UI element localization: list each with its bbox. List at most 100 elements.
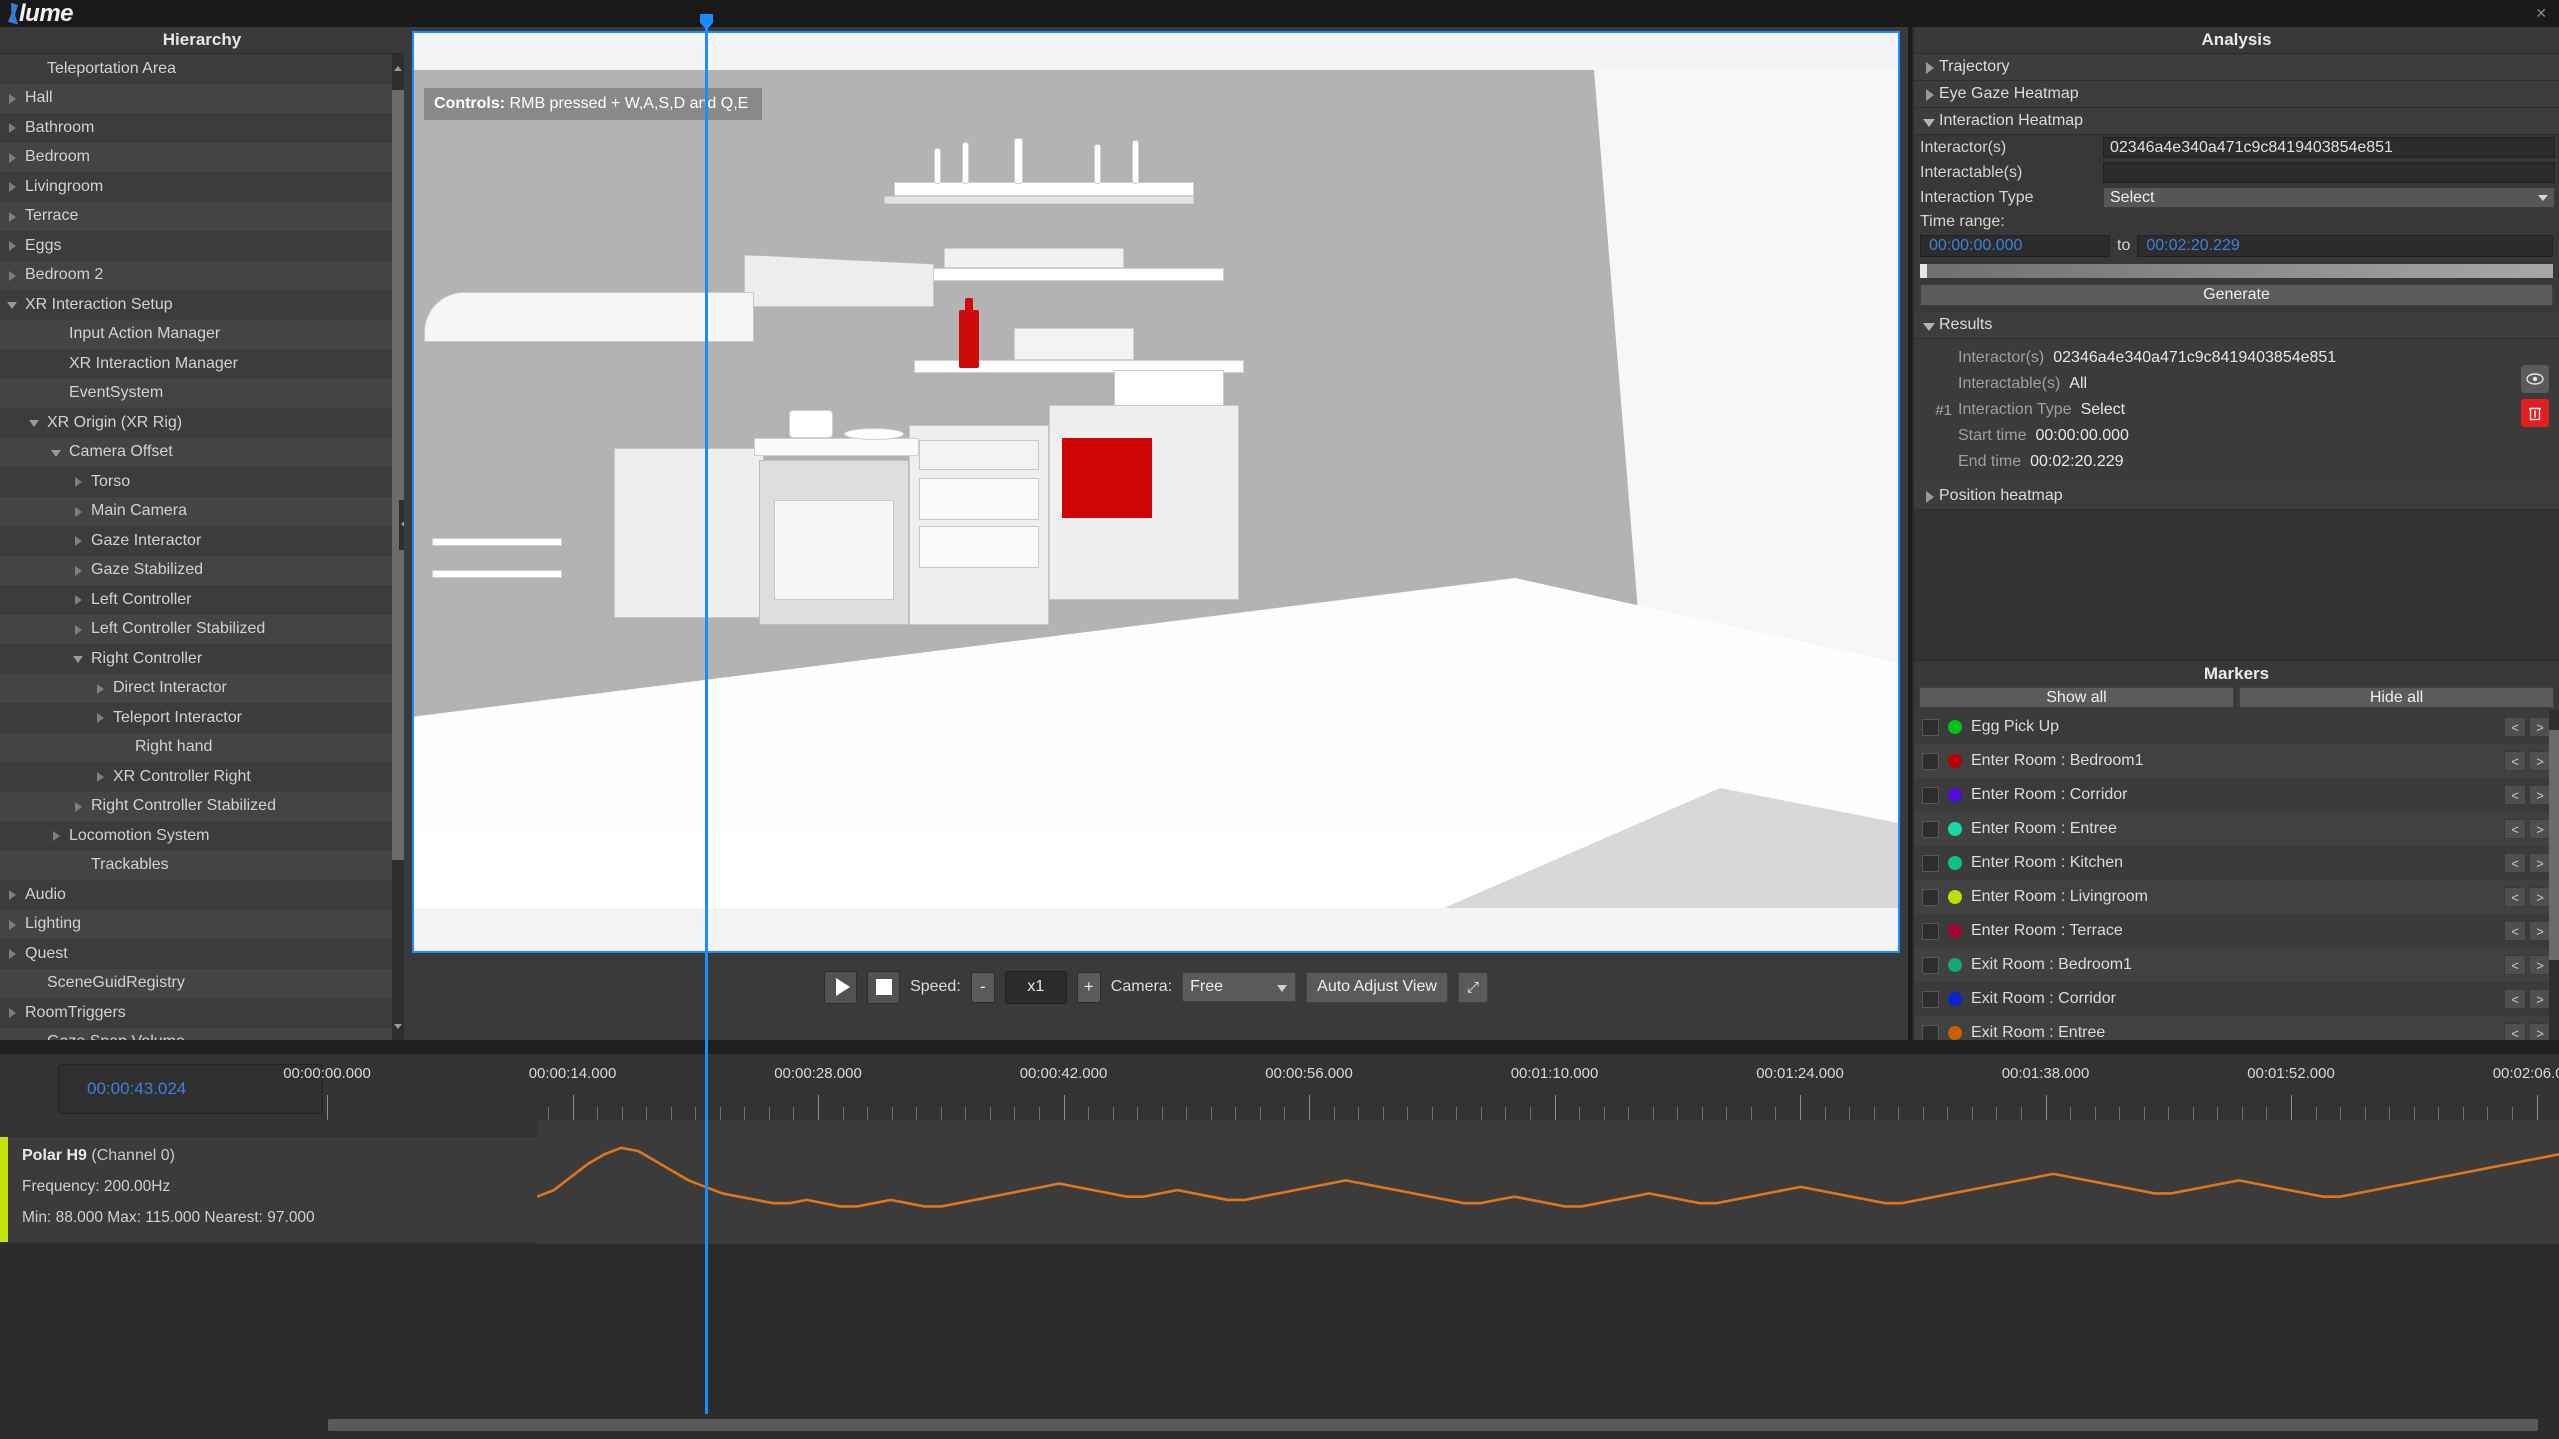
maximize-icon[interactable]: ⤢: [1457, 971, 1488, 1003]
hierarchy-item[interactable]: SceneGuidRegistry: [0, 968, 404, 998]
chevron-down-icon[interactable]: [26, 414, 43, 431]
hierarchy-item[interactable]: Main Camera: [0, 496, 404, 526]
marker-next-button[interactable]: >: [2529, 717, 2551, 737]
scene-render[interactable]: [414, 70, 1898, 908]
marker-color-dot[interactable]: [1948, 958, 1962, 972]
chevron-right-icon[interactable]: [70, 532, 87, 549]
timeline-ruler[interactable]: 00:00:00.000 00:00:14.000 00:00:28.000 00:0…: [283, 1054, 2559, 1120]
toggle-visibility-button[interactable]: [2521, 365, 2549, 393]
chevron-right-icon[interactable]: [92, 709, 109, 726]
marker-prev-button[interactable]: <: [2504, 717, 2526, 737]
chevron-right-icon[interactable]: [4, 945, 21, 962]
hierarchy-item[interactable]: Hall: [0, 83, 404, 113]
marker-row[interactable]: Enter Room : Bedroom1 < >: [1914, 744, 2559, 778]
scroll-up-icon[interactable]: [392, 62, 404, 74]
speed-decrease-button[interactable]: -: [970, 971, 995, 1003]
hierarchy-item[interactable]: Audio: [0, 880, 404, 910]
hierarchy-scrollbar-thumb[interactable]: [392, 90, 404, 860]
marker-prev-button[interactable]: <: [2504, 989, 2526, 1009]
marker-visibility-checkbox[interactable]: [1922, 1024, 1939, 1040]
marker-visibility-checkbox[interactable]: [1922, 820, 1939, 838]
hierarchy-item[interactable]: EventSystem: [0, 378, 404, 408]
marker-prev-button[interactable]: <: [2504, 819, 2526, 839]
hierarchy-item[interactable]: Right hand: [0, 732, 404, 762]
marker-color-dot[interactable]: [1948, 924, 1962, 938]
marker-next-button[interactable]: >: [2529, 921, 2551, 941]
marker-row[interactable]: Exit Room : Corridor < >: [1914, 982, 2559, 1016]
scene-highlighted-cabinet[interactable]: [1062, 438, 1152, 518]
marker-prev-button[interactable]: <: [2504, 887, 2526, 907]
channel-info-card[interactable]: Polar H9 (Channel 0) Frequency: 200.00Hz…: [0, 1137, 537, 1242]
chevron-right-icon[interactable]: [4, 208, 21, 225]
marker-color-dot[interactable]: [1948, 822, 1962, 836]
marker-next-button[interactable]: >: [2529, 785, 2551, 805]
marker-prev-button[interactable]: <: [2504, 751, 2526, 771]
time-range-slider[interactable]: [1920, 264, 2553, 278]
marker-row[interactable]: Enter Room : Kitchen < >: [1914, 846, 2559, 880]
marker-prev-button[interactable]: <: [2504, 921, 2526, 941]
marker-next-button[interactable]: >: [2529, 989, 2551, 1009]
interactables-input[interactable]: [2103, 162, 2555, 183]
hierarchy-item[interactable]: Eggs: [0, 231, 404, 261]
chevron-right-icon[interactable]: [4, 916, 21, 933]
marker-visibility-checkbox[interactable]: [1922, 888, 1939, 906]
chevron-right-icon[interactable]: [4, 149, 21, 166]
chevron-right-icon[interactable]: [70, 591, 87, 608]
chevron-right-icon[interactable]: [70, 562, 87, 579]
interactors-input[interactable]: 02346a4e340a471c9c8419403854e851: [2103, 137, 2555, 158]
marker-row[interactable]: Enter Room : Livingroom < >: [1914, 880, 2559, 914]
hierarchy-item[interactable]: Quest: [0, 939, 404, 969]
hierarchy-item[interactable]: RoomTriggers: [0, 998, 404, 1028]
close-icon[interactable]: ✕: [2535, 5, 2547, 22]
chevron-down-icon[interactable]: [4, 296, 21, 313]
marker-next-button[interactable]: >: [2529, 887, 2551, 907]
interaction-type-select[interactable]: Select: [2103, 187, 2555, 208]
chevron-right-icon[interactable]: [4, 237, 21, 254]
marker-visibility-checkbox[interactable]: [1922, 922, 1939, 940]
time-end-input[interactable]: 00:02:20.229: [2137, 235, 2553, 257]
marker-visibility-checkbox[interactable]: [1922, 854, 1939, 872]
marker-next-button[interactable]: >: [2529, 751, 2551, 771]
section-eye-gaze-heatmap[interactable]: Eye Gaze Heatmap: [1914, 81, 2559, 108]
marker-row[interactable]: Exit Room : Bedroom1 < >: [1914, 948, 2559, 982]
hierarchy-item[interactable]: Trackables: [0, 850, 404, 880]
section-interaction-heatmap[interactable]: Interaction Heatmap: [1914, 108, 2559, 135]
marker-visibility-checkbox[interactable]: [1922, 752, 1939, 770]
timeline-horizontal-scrollbar-thumb[interactable]: [328, 1419, 2538, 1431]
chevron-right-icon[interactable]: [48, 827, 65, 844]
hierarchy-item[interactable]: Torso: [0, 467, 404, 497]
section-position-heatmap[interactable]: Position heatmap: [1914, 483, 2559, 510]
marker-prev-button[interactable]: <: [2504, 1023, 2526, 1040]
markers-list[interactable]: Egg Pick Up < > Enter Room : Bedroom1 < > Ente…: [1914, 710, 2559, 1040]
marker-next-button[interactable]: >: [2529, 1023, 2551, 1040]
hierarchy-item[interactable]: Teleportation Area: [0, 54, 404, 84]
hierarchy-item[interactable]: Gaze Interactor: [0, 526, 404, 556]
hierarchy-item[interactable]: Lighting: [0, 909, 404, 939]
hierarchy-item[interactable]: Right Controller: [0, 644, 404, 674]
hierarchy-item[interactable]: XR Controller Right: [0, 762, 404, 792]
marker-color-dot[interactable]: [1948, 754, 1962, 768]
time-range-slider-handle[interactable]: [1920, 264, 1927, 278]
hierarchy-item[interactable]: Left Controller: [0, 585, 404, 615]
hierarchy-item[interactable]: Gaze Stabilized: [0, 555, 404, 585]
camera-mode-select[interactable]: Free: [1182, 972, 1297, 1002]
marker-row[interactable]: Enter Room : Terrace < >: [1914, 914, 2559, 948]
hierarchy-item[interactable]: Livingroom: [0, 172, 404, 202]
hierarchy-item[interactable]: Bedroom: [0, 142, 404, 172]
hierarchy-item[interactable]: XR Origin (XR Rig): [0, 408, 404, 438]
marker-next-button[interactable]: >: [2529, 819, 2551, 839]
section-trajectory[interactable]: Trajectory: [1914, 54, 2559, 81]
delete-result-button[interactable]: [2521, 399, 2549, 427]
hierarchy-item[interactable]: Terrace: [0, 201, 404, 231]
section-results[interactable]: Results: [1914, 312, 2559, 339]
marker-visibility-checkbox[interactable]: [1922, 990, 1939, 1008]
chevron-right-icon[interactable]: [4, 886, 21, 903]
chevron-down-icon[interactable]: [48, 444, 65, 461]
marker-prev-button[interactable]: <: [2504, 853, 2526, 873]
marker-next-button[interactable]: >: [2529, 955, 2551, 975]
chevron-down-icon[interactable]: [70, 650, 87, 667]
hierarchy-item[interactable]: Input Action Manager: [0, 319, 404, 349]
marker-visibility-checkbox[interactable]: [1922, 956, 1939, 974]
chevron-right-icon[interactable]: [70, 473, 87, 490]
marker-color-dot[interactable]: [1948, 890, 1962, 904]
